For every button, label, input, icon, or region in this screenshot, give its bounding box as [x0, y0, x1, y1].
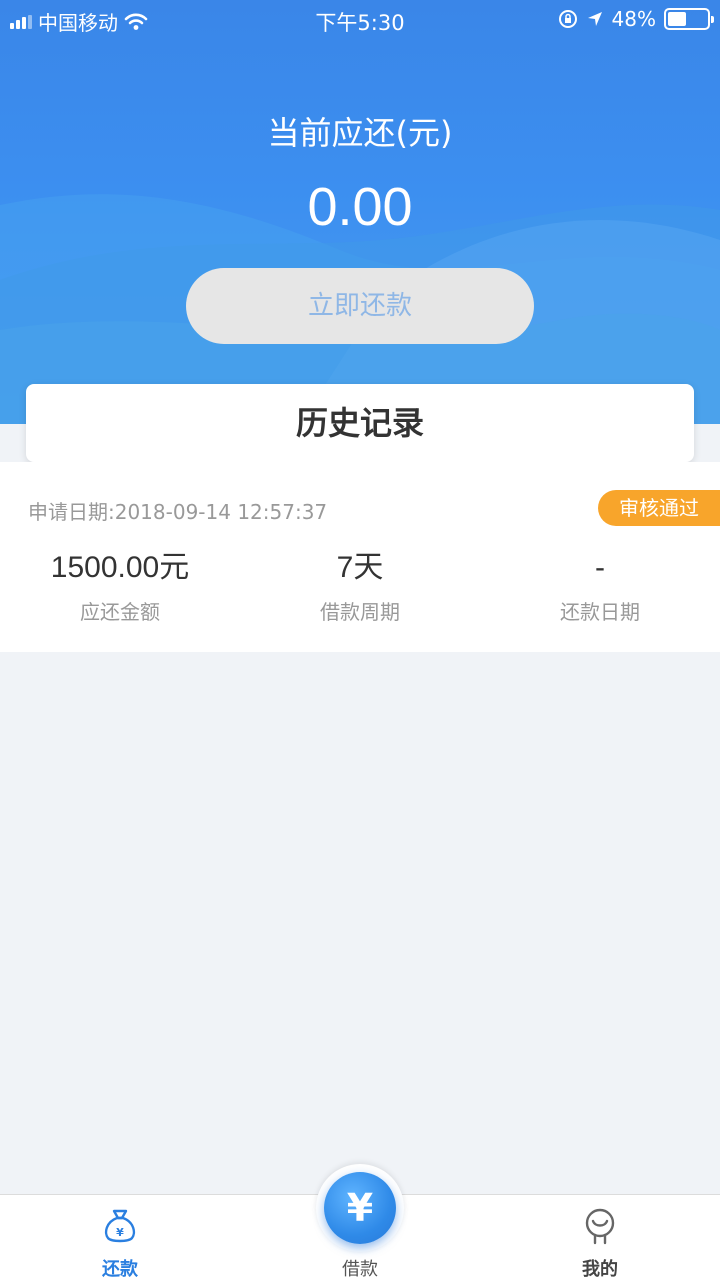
repay-date-value: -: [595, 551, 605, 584]
list-item[interactable]: 申请日期:2018-09-14 12:57:37 审核通过 1500.00元 应…: [0, 462, 720, 652]
period-label: 借款周期: [320, 600, 400, 624]
status-badge: 审核通过: [598, 490, 720, 526]
borrow-button[interactable]: ¥: [316, 1164, 404, 1252]
location-arrow-icon: [587, 12, 602, 26]
amount-value: 1500.00元: [50, 551, 190, 584]
user-icon: [585, 1208, 615, 1245]
repay-date-label: 还款日期: [560, 600, 640, 624]
rotation-lock-icon: [558, 10, 577, 28]
period-value: 7天: [336, 551, 384, 584]
svg-text:¥: ¥: [116, 1226, 124, 1239]
amount-label: 应还金额: [80, 600, 160, 624]
stat-repay-date: - 还款日期: [480, 548, 720, 625]
header-banner: 中国移动 下午5:30 48% 当前应还(元) 0.00 立即还款: [0, 0, 720, 424]
yen-icon: ¥: [324, 1172, 396, 1244]
money-bag-icon: ¥: [104, 1209, 136, 1243]
repay-now-button[interactable]: 立即还款: [186, 268, 534, 344]
battery-icon: [664, 8, 714, 30]
status-bar: 中国移动 下午5:30 48%: [0, 0, 720, 40]
apply-date: 申请日期:2018-09-14 12:57:37: [28, 500, 328, 524]
tab-label-borrow: 借款: [342, 1259, 378, 1280]
history-header: 历史记录: [26, 384, 694, 462]
tab-label-repay: 还款: [102, 1259, 138, 1280]
current-due-amount: 0.00: [307, 177, 413, 237]
tab-repay[interactable]: ¥ 还款: [40, 1195, 200, 1280]
tab-label-mine: 我的: [582, 1259, 618, 1280]
tab-mine[interactable]: 我的: [520, 1195, 680, 1280]
current-due-title: 当前应还(元): [267, 114, 453, 152]
stat-amount: 1500.00元 应还金额: [0, 548, 240, 625]
battery-percent: 48%: [611, 7, 656, 31]
stat-period: 7天 借款周期: [240, 548, 480, 625]
